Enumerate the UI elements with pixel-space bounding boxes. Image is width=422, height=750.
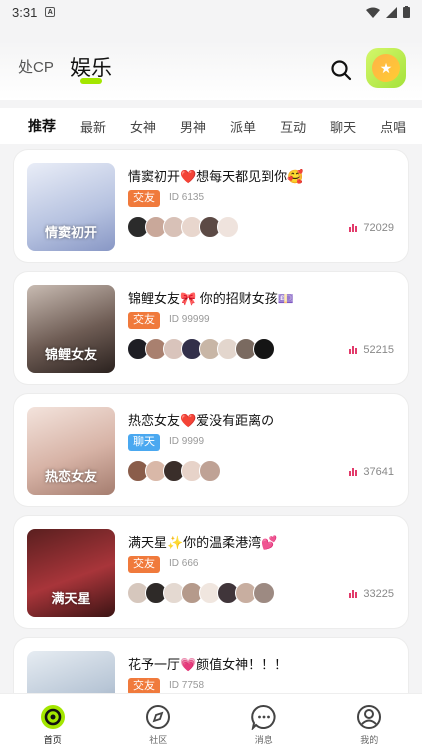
room-title: 情窦初开❤️想每天都见到你🥰 [128,169,304,184]
nav-community[interactable]: 社区 [106,694,212,750]
category-bar: 推荐 最新 女神 男神 派单 互动 聊天 点唱 相亲 [0,108,422,144]
member-avatars [127,338,275,360]
heat-value: 52215 [363,344,394,356]
room-title: 锦鲤女友🎀 你的招财女孩💷 [128,291,294,306]
room-thumbnail: 满天星 [27,529,115,617]
heat-value: 72029 [363,222,394,234]
room-card[interactable]: 情窦初开 情窦初开❤️想每天都见到你🥰 交友 ID 6135 72029 [14,150,408,262]
room-id: ID 7758 [169,680,205,691]
category-sing[interactable]: 点唱 [380,117,406,136]
rank-badge-button[interactable]: ★ [366,48,406,88]
room-thumbnail: 情窦初开 [27,163,115,251]
heat-bars-icon [349,346,358,354]
thumbnail-caption: 情窦初开 [44,225,97,240]
room-title: 热恋女友❤️爱没有距离の [128,413,275,428]
tab-entertainment[interactable]: 娱乐 [70,52,112,84]
nav-messages[interactable]: 消息 [211,694,317,750]
thumbnail-caption: 热恋女友 [44,469,97,484]
room-tag: 交友 [128,556,160,573]
notification-a-icon: A [45,7,56,17]
tab-cp[interactable]: 处CP [18,56,54,77]
room-thumbnail: 锦鲤女友 [27,285,115,373]
category-latest[interactable]: 最新 [80,117,106,136]
room-id: ID 666 [169,558,199,569]
heat-value: 33225 [363,588,394,600]
heat-bars-icon [349,468,358,476]
chat-bubble-icon [250,704,276,730]
room-card[interactable]: 锦鲤女友 锦鲤女友🎀 你的招财女孩💷 交友 ID 99999 52215 [14,272,408,384]
nav-community-label: 社区 [149,735,168,745]
heat-indicator: 37641 [349,466,394,478]
tab-entertainment-label: 娱乐 [70,57,112,80]
heat-value: 37641 [363,466,394,478]
heat-indicator: 33225 [349,588,394,600]
category-goddess[interactable]: 女神 [130,117,156,136]
room-id: ID 9999 [169,436,205,447]
nav-home-label: 首页 [43,735,62,745]
home-icon [40,705,65,729]
avatar [253,338,275,360]
heat-bars-icon [349,224,358,232]
avatar [253,582,275,604]
wifi-icon [366,7,380,18]
room-thumbnail: 热恋女友 [27,407,115,495]
category-dispatch[interactable]: 派单 [230,117,256,136]
room-id: ID 6135 [169,192,205,203]
top-header: 处CP 娱乐 ★ [0,40,422,100]
status-bar: 3:31 A [0,0,422,24]
category-recommend[interactable]: 推荐 [28,116,56,136]
signal-icon [386,6,397,18]
bottom-navigation: 首页 社区 消息 我的 [0,693,422,750]
room-card[interactable]: 热恋女友 热恋女友❤️爱没有距离の 聊天 ID 9999 37641 [14,394,408,506]
room-tag: 交友 [128,190,160,207]
category-interaction[interactable]: 互动 [280,117,306,136]
star-badge-icon: ★ [372,54,400,82]
heat-indicator: 52215 [349,344,394,356]
room-tag: 聊天 [128,434,160,451]
nav-mine[interactable]: 我的 [317,694,422,750]
heat-bars-icon [349,590,358,598]
search-icon[interactable] [329,58,353,82]
member-avatars [127,582,275,604]
category-chat[interactable]: 聊天 [330,117,356,136]
status-time: 3:31 [12,4,38,20]
thumbnail-caption: 锦鲤女友 [44,347,97,362]
room-title: 花予一厅💗颜值女神！！！ [128,657,288,672]
heat-indicator: 72029 [349,222,394,234]
nav-messages-label: 消息 [254,735,273,745]
avatar [217,216,239,238]
member-avatars [127,460,221,482]
nav-home[interactable]: 首页 [0,694,106,750]
thumbnail-caption: 满天星 [51,591,91,606]
category-male-god[interactable]: 男神 [180,117,206,136]
room-id: ID 99999 [169,314,210,325]
battery-icon [403,6,410,18]
nav-mine-label: 我的 [360,735,379,745]
room-title: 满天星✨你的温柔港湾💕 [128,535,278,550]
compass-icon [146,705,171,729]
profile-icon [357,705,382,729]
room-card[interactable]: 满天星 满天星✨你的温柔港湾💕 交友 ID 666 33225 [14,516,408,628]
avatar [199,460,221,482]
room-tag: 交友 [128,312,160,329]
member-avatars [127,216,239,238]
